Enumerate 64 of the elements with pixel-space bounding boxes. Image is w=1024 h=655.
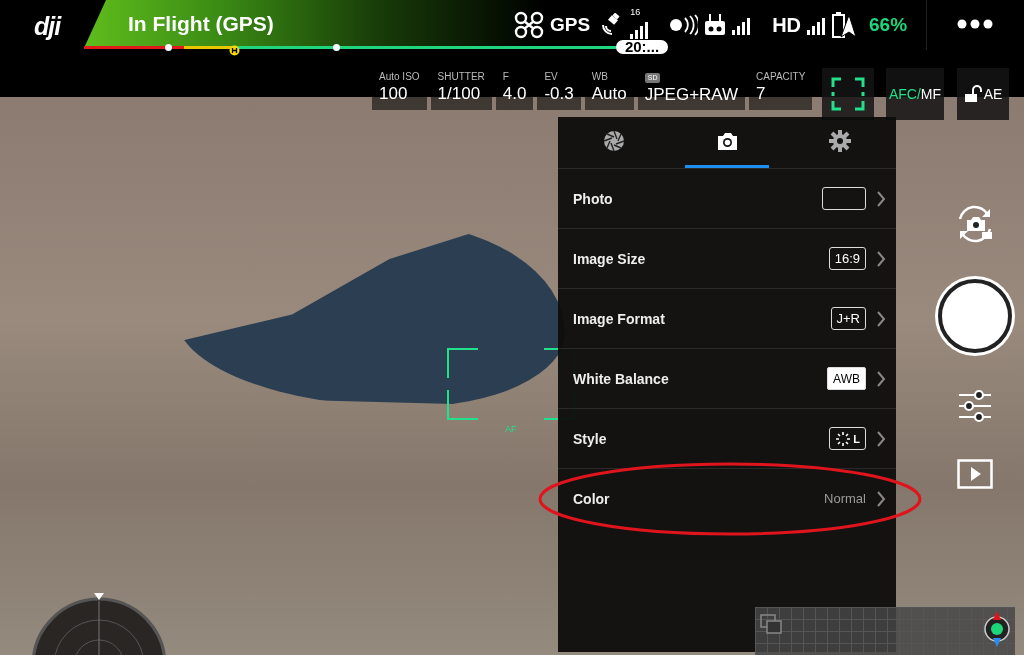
parameter-value: -0.3 bbox=[544, 83, 574, 105]
gps-label: GPS bbox=[550, 14, 591, 36]
parameter-value: Auto bbox=[591, 83, 627, 105]
parameter-value: JPEG+RAW bbox=[644, 84, 739, 106]
settings-row[interactable]: Image Format J+R bbox=[558, 288, 896, 348]
setting-value: Normal bbox=[824, 491, 866, 506]
focus-area-button[interactable] bbox=[822, 68, 874, 120]
satellite-count: 16 bbox=[630, 7, 641, 17]
setting-label: White Balance bbox=[573, 370, 670, 387]
parameter-label: SHUTTER bbox=[437, 71, 485, 83]
settings-row[interactable]: Style L bbox=[558, 408, 896, 468]
signal-icon bbox=[732, 15, 751, 35]
compass-icon bbox=[984, 609, 1010, 649]
chevron-right-icon bbox=[876, 490, 886, 507]
setting-value: L bbox=[829, 427, 866, 450]
settings-icon bbox=[827, 129, 852, 153]
chevron-right-icon bbox=[876, 430, 886, 447]
focus-label: AF bbox=[505, 424, 517, 434]
aperture-icon bbox=[602, 129, 627, 153]
setting-label: Style bbox=[573, 430, 608, 447]
parameter-value: 4.0 bbox=[502, 83, 527, 105]
chevron-right-icon bbox=[876, 250, 886, 267]
chevron-right-icon bbox=[876, 190, 886, 207]
sunburst-icon bbox=[835, 431, 852, 446]
parameter-value: 1/100 bbox=[437, 83, 482, 105]
chevron-right-icon bbox=[876, 370, 886, 387]
more-icon[interactable] bbox=[957, 19, 993, 29]
setting-value: AWB bbox=[827, 367, 866, 390]
flight-status: In Flight (GPS) bbox=[128, 12, 274, 36]
ae-lock-button[interactable]: AE bbox=[957, 68, 1009, 120]
remote-controller-icon bbox=[704, 14, 727, 36]
flight-time: 20:... bbox=[616, 40, 668, 54]
parameter-label: WB bbox=[591, 71, 609, 83]
parameter-value: 7 bbox=[756, 83, 767, 105]
parameter-value: 100 bbox=[379, 83, 409, 105]
parameter-label: Auto ISO bbox=[379, 71, 420, 83]
chevron-right-icon bbox=[876, 310, 886, 327]
photo-mode-box bbox=[822, 187, 866, 210]
wireless-icon bbox=[668, 14, 699, 36]
parameter-label: CAPACITY bbox=[756, 71, 806, 83]
playback-icon[interactable] bbox=[957, 459, 993, 489]
setting-label: Color bbox=[573, 490, 611, 507]
timeline-dot bbox=[165, 44, 172, 51]
signal-icon bbox=[630, 20, 649, 39]
battery-icon bbox=[831, 11, 857, 39]
signal-icon bbox=[807, 15, 825, 35]
focus-mode-button[interactable]: AFC/MF bbox=[886, 68, 944, 120]
drone-icon bbox=[514, 11, 544, 39]
hd-label: HD bbox=[772, 13, 801, 37]
settings-row[interactable]: Photo bbox=[558, 168, 896, 228]
timeline-dot bbox=[333, 44, 340, 51]
parameter-label: F bbox=[502, 71, 510, 83]
parameter-label: EV bbox=[544, 71, 559, 83]
setting-label: Image Size bbox=[573, 250, 647, 267]
battery-level: 66% bbox=[869, 14, 908, 36]
setting-label: Photo bbox=[573, 190, 614, 207]
settings-row[interactable]: Image Size 16:9 bbox=[558, 228, 896, 288]
setting-value: J+R bbox=[830, 307, 866, 330]
window-switch-icon[interactable] bbox=[760, 614, 782, 634]
sliders-icon[interactable] bbox=[958, 389, 992, 423]
setting-value: 16:9 bbox=[828, 247, 866, 270]
brand-logo: dji bbox=[34, 12, 61, 41]
setting-label: Image Format bbox=[573, 310, 666, 327]
settings-row[interactable]: White Balance AWB bbox=[558, 348, 896, 408]
